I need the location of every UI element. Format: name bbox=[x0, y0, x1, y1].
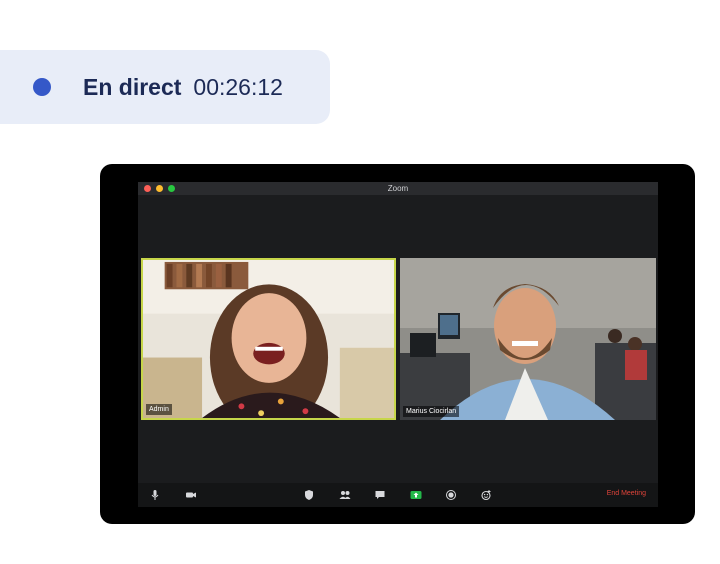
participant-video-tile-marius[interactable]: Marius Ciocirlan bbox=[400, 258, 656, 420]
chat-icon[interactable] bbox=[374, 489, 386, 501]
microphone-icon[interactable] bbox=[149, 489, 161, 501]
reactions-icon[interactable] bbox=[480, 489, 492, 501]
participant-name-tag: Admin bbox=[146, 404, 172, 415]
end-meeting-button[interactable]: End Meeting bbox=[607, 490, 646, 497]
record-icon[interactable] bbox=[445, 489, 457, 501]
security-shield-icon[interactable] bbox=[303, 489, 315, 501]
live-label: En direct bbox=[83, 73, 182, 100]
participant-name-tag: Marius Ciocirlan bbox=[403, 406, 460, 417]
live-status-banner: En direct 00:26:12 bbox=[0, 50, 330, 124]
participant-video-feed bbox=[400, 258, 656, 420]
participants-icon[interactable] bbox=[339, 489, 351, 501]
participant-video-tile-admin[interactable]: Admin bbox=[141, 258, 396, 420]
window-title: Zoom bbox=[387, 184, 409, 193]
live-indicator-dot bbox=[33, 78, 51, 96]
video-camera-icon[interactable] bbox=[185, 489, 197, 501]
share-screen-icon[interactable] bbox=[410, 489, 422, 501]
window-titlebar: Zoom bbox=[138, 182, 658, 195]
tablet-device-frame: Zoom Admin Marius Ciocirlan End Meeting bbox=[100, 164, 695, 524]
participant-video-feed bbox=[143, 260, 394, 418]
live-elapsed-timer: 00:26:12 bbox=[193, 73, 283, 100]
meeting-toolbar: End Meeting bbox=[138, 483, 658, 507]
zoom-meeting-window: Zoom Admin Marius Ciocirlan End Meeting bbox=[138, 182, 658, 507]
